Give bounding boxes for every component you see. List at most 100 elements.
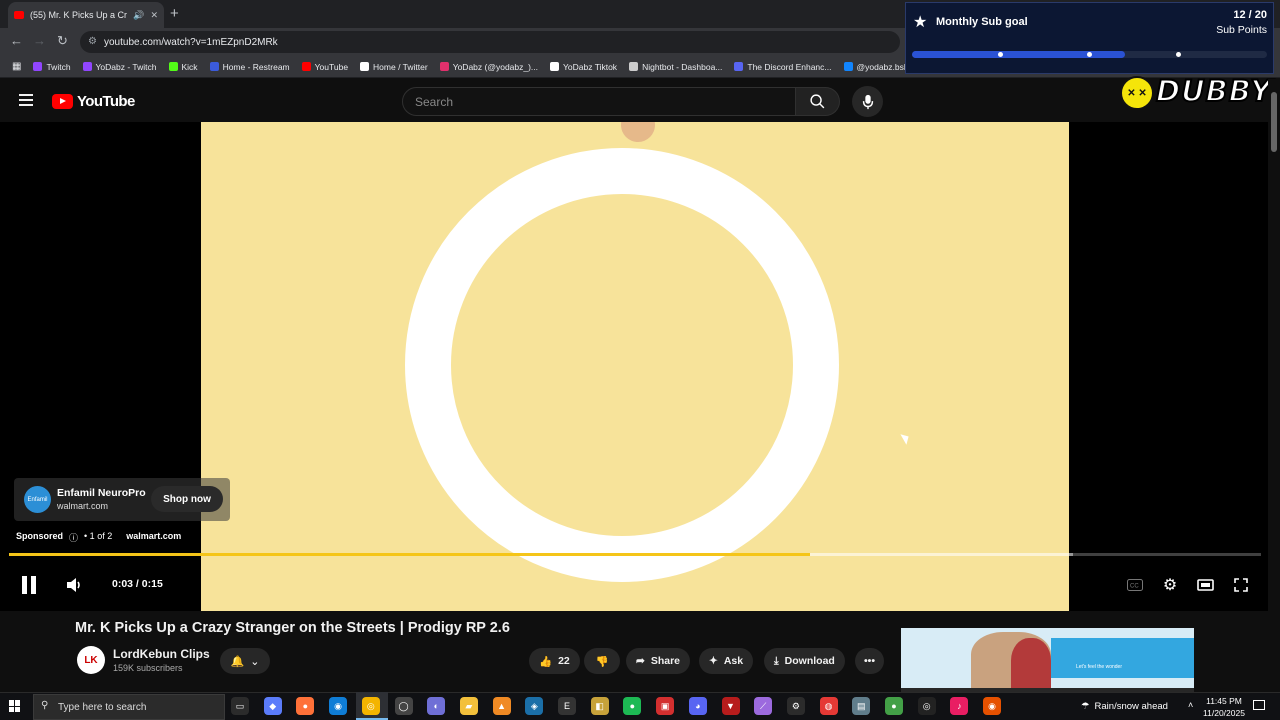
app-icon[interactable]: ◎ bbox=[917, 697, 936, 715]
tab-title: (55) Mr. K Picks Up a Crazy bbox=[30, 10, 128, 20]
sponsored-domain[interactable]: walmart.com bbox=[126, 531, 181, 544]
mute-button[interactable] bbox=[64, 574, 86, 596]
edge-icon[interactable]: ◉ bbox=[329, 697, 348, 715]
address-bar[interactable]: youtube.com/watch?v=1mEZpnD2MRk bbox=[80, 31, 900, 53]
obs-icon[interactable]: ◯ bbox=[394, 697, 413, 715]
weather-widget[interactable]: ☂ Rain/snow ahead bbox=[1081, 701, 1168, 712]
pause-icon bbox=[22, 576, 36, 594]
svg-text:CC: CC bbox=[1130, 584, 1139, 590]
search-input[interactable]: Search bbox=[402, 87, 796, 116]
app-icon[interactable]: ◉ bbox=[983, 697, 1002, 715]
app-icon[interactable]: ▲ bbox=[492, 697, 511, 715]
pause-button[interactable] bbox=[18, 574, 40, 596]
bookmark-item[interactable]: Twitch bbox=[27, 62, 76, 72]
bookmark-favicon-icon bbox=[734, 62, 744, 71]
info-icon[interactable]: ⓘ bbox=[69, 531, 78, 544]
captions-button[interactable]: CC bbox=[1124, 574, 1146, 596]
shop-now-button[interactable]: Shop now bbox=[151, 486, 223, 512]
fullscreen-button[interactable] bbox=[1230, 574, 1252, 596]
share-button[interactable]: ➦ Share bbox=[626, 648, 690, 674]
ask-button[interactable]: ✦ Ask bbox=[699, 648, 754, 674]
app-icon[interactable]: ● bbox=[885, 697, 903, 715]
chrome-icon[interactable]: ◎ bbox=[361, 697, 380, 715]
speaker-icon[interactable]: 🔊 bbox=[133, 10, 144, 21]
download-button[interactable]: ⤓ Download bbox=[764, 648, 845, 674]
taskbar-clock[interactable]: 11:45 PM 11/20/2025 bbox=[1200, 695, 1248, 719]
new-tab-icon[interactable]: + bbox=[170, 5, 179, 22]
dislike-button[interactable]: 👎 bbox=[584, 648, 620, 674]
bookmark-item[interactable]: Home / Twitter bbox=[354, 62, 434, 72]
settings-icon[interactable]: ⚙ bbox=[786, 697, 805, 715]
apps-grid-icon[interactable]: ▦ bbox=[6, 61, 27, 72]
site-info-icon[interactable]: ⚙ bbox=[88, 36, 97, 47]
app-icon[interactable]: ▣ bbox=[656, 697, 675, 715]
app-icon[interactable]: ◧ bbox=[590, 697, 609, 715]
app-icon[interactable]: ◍ bbox=[819, 697, 838, 715]
bookmark-item[interactable]: YoDabz - Twitch bbox=[77, 62, 163, 72]
browser-tab[interactable]: (55) Mr. K Picks Up a Crazy 🔊 ✕ bbox=[8, 2, 164, 28]
captions-icon: CC bbox=[1127, 579, 1143, 591]
steam-icon[interactable]: ◈ bbox=[525, 697, 544, 715]
back-icon[interactable]: ← bbox=[10, 33, 23, 48]
advertiser-domain: walmart.com bbox=[57, 501, 109, 511]
task-view-icon[interactable]: ▭ bbox=[231, 697, 249, 715]
settings-button[interactable]: ⚙ bbox=[1159, 574, 1181, 596]
app-icon[interactable]: ⟋ bbox=[754, 697, 773, 715]
discord-icon[interactable]: ◕ bbox=[688, 697, 707, 715]
volume-icon bbox=[67, 578, 80, 592]
bookmark-item[interactable]: Kick bbox=[163, 62, 204, 72]
page-scrollbar[interactable] bbox=[1268, 79, 1280, 692]
scrollbar-thumb[interactable] bbox=[1271, 92, 1277, 152]
file-explorer-icon[interactable]: ▰ bbox=[459, 697, 478, 715]
notifications-button[interactable]: 🔔 ⌄ bbox=[220, 648, 270, 674]
advertiser-name[interactable]: Enfamil NeuroPro bbox=[57, 487, 146, 499]
youtube-play-logo-icon bbox=[52, 94, 73, 109]
voice-search-button[interactable] bbox=[852, 86, 883, 117]
menu-icon[interactable] bbox=[19, 94, 33, 106]
windows-start-icon[interactable] bbox=[9, 700, 21, 712]
sponsored-label: Sponsored bbox=[16, 531, 64, 541]
bookmark-item[interactable]: YoDabz (@yodabz_)... bbox=[434, 62, 544, 72]
bookmark-item[interactable]: YouTube bbox=[296, 62, 354, 72]
app-icon[interactable]: ◐ bbox=[427, 697, 446, 715]
youtube-logo[interactable]: YouTube bbox=[52, 93, 135, 110]
search-placeholder: Search bbox=[415, 94, 454, 109]
channel-avatar[interactable]: LK bbox=[77, 646, 105, 674]
app-icon[interactable]: ▼ bbox=[721, 697, 740, 715]
epic-games-icon[interactable]: E bbox=[558, 697, 576, 715]
bookmark-item[interactable]: The Discord Enhanc... bbox=[728, 62, 837, 72]
share-icon: ➦ bbox=[636, 655, 645, 667]
theater-mode-button[interactable] bbox=[1194, 574, 1216, 596]
app-icon[interactable]: ▤ bbox=[852, 697, 871, 715]
reload-icon[interactable]: ↻ bbox=[57, 33, 68, 49]
bookmark-label: YouTube bbox=[314, 61, 349, 72]
copilot-icon[interactable]: ◆ bbox=[263, 697, 282, 715]
forward-icon[interactable]: → bbox=[33, 33, 46, 48]
sidebar-ad-thumbnail[interactable]: Let's feel the wonder bbox=[901, 628, 1194, 688]
bookmark-label: YoDabz (@yodabz_)... bbox=[452, 61, 539, 72]
bookmark-item[interactable]: Home - Restream bbox=[204, 62, 296, 72]
more-actions-button[interactable]: ••• bbox=[855, 648, 884, 674]
bookmark-favicon-icon bbox=[360, 62, 370, 71]
notification-icon[interactable] bbox=[1253, 700, 1265, 710]
weather-text: Rain/snow ahead bbox=[1094, 701, 1168, 712]
bell-icon: 🔔 bbox=[230, 655, 245, 668]
channel-name[interactable]: LordKebun Clips bbox=[113, 647, 210, 661]
bookmark-item[interactable]: YoDabz Tiktok bbox=[544, 62, 623, 72]
video-frame[interactable] bbox=[201, 122, 1069, 611]
sub-goal-unit: Sub Points bbox=[1216, 24, 1267, 36]
search-button[interactable] bbox=[796, 87, 840, 116]
close-tab-icon[interactable]: ✕ bbox=[150, 10, 158, 21]
tray-chevron-up-icon[interactable]: ˄ bbox=[1188, 700, 1193, 710]
bookmark-item[interactable]: Nightbot - Dashboa... bbox=[623, 62, 728, 72]
taskbar-search-input[interactable]: Type here to search bbox=[33, 694, 225, 720]
firefox-icon[interactable]: ● bbox=[296, 697, 315, 715]
taskbar-search-icon: ⚲ bbox=[41, 700, 49, 711]
sub-goal-marker bbox=[1087, 52, 1092, 57]
like-button[interactable]: 👍 22 bbox=[529, 648, 580, 674]
spotify-icon[interactable]: ● bbox=[623, 697, 642, 715]
bookmark-label: Home - Restream bbox=[222, 61, 290, 72]
ad-count: • 1 of 2 bbox=[84, 531, 113, 541]
tiktok-icon[interactable]: ♪ bbox=[950, 697, 969, 715]
advertiser-logo[interactable]: Enfamil bbox=[24, 486, 51, 513]
